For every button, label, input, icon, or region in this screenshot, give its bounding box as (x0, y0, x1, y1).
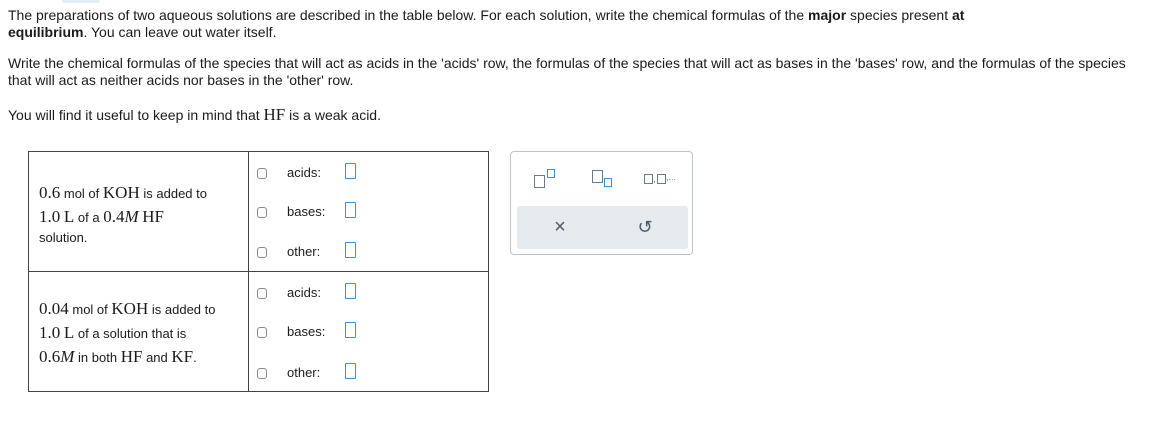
superscript-button[interactable] (531, 166, 557, 192)
instructions-paragraph-3: You will find it useful to keep in mind … (8, 105, 381, 124)
q2-other-checkbox[interactable] (257, 367, 267, 379)
q2-other-label: other: (287, 365, 321, 380)
q1-bases-input[interactable] (345, 202, 356, 218)
header-tab-indicator (62, 0, 100, 3)
q1-other-line: other: (257, 242, 356, 262)
toolbox-action-bar: × ↺ (517, 206, 688, 249)
q2-acids-input[interactable] (345, 283, 356, 299)
subscript-base-icon (592, 170, 603, 183)
q1-bases-label: bases: (287, 204, 326, 219)
q2-bases-label: bases: (287, 324, 326, 339)
q1-acids-input[interactable] (345, 163, 356, 179)
q2-bases-checkbox[interactable] (257, 326, 267, 338)
q1-bases-checkbox[interactable] (257, 206, 267, 218)
subscript-index-icon (604, 178, 612, 187)
list-ellipsis: ,... (666, 172, 677, 182)
subscript-button[interactable] (590, 166, 618, 192)
q1-acids-line: acids: (257, 163, 356, 183)
instructions-paragraph-1: The preparations of two aqueous solution… (8, 7, 965, 40)
math-toolbox: , ,... × ↺ (510, 151, 693, 255)
superscript-exponent-icon (547, 169, 555, 178)
clear-button[interactable]: × (530, 206, 590, 249)
q2-bases-line: bases: (257, 322, 356, 342)
instructions-paragraph-2: Write the chemical formulas of the speci… (8, 55, 1126, 88)
question-2-description: 0.04 mol of KOH is added to 1.0 L of a s… (29, 272, 249, 391)
q2-other-line: other: (257, 363, 356, 383)
q1-other-checkbox[interactable] (257, 246, 267, 258)
undo-icon: ↺ (637, 217, 653, 237)
q1-other-input[interactable] (345, 242, 356, 258)
q2-acids-line: acids: (257, 283, 356, 303)
question-1-description: 0.6 mol of KOH is added to 1.0 L of a 0.… (29, 152, 249, 271)
q1-bases-line: bases: (257, 202, 356, 222)
q1-acids-label: acids: (287, 165, 321, 180)
list-item-icon-1 (644, 174, 653, 184)
superscript-base-icon (534, 175, 545, 188)
q1-other-label: other: (287, 244, 321, 259)
q2-acids-label: acids: (287, 285, 321, 300)
undo-button[interactable]: ↺ (615, 206, 675, 249)
q2-other-input[interactable] (345, 363, 356, 379)
list-button[interactable]: , ,... (641, 166, 685, 192)
list-comma: , (653, 174, 656, 185)
q2-bases-input[interactable] (345, 322, 356, 338)
x-icon: × (554, 216, 566, 238)
list-item-icon-2 (657, 174, 666, 184)
question-row-2: 0.04 mol of KOH is added to 1.0 L of a s… (29, 272, 488, 391)
answer-table: 0.6 mol of KOH is added to 1.0 L of a 0.… (28, 151, 489, 392)
q2-acids-checkbox[interactable] (257, 287, 267, 299)
question-row-1: 0.6 mol of KOH is added to 1.0 L of a 0.… (29, 152, 488, 272)
q1-acids-checkbox[interactable] (257, 167, 267, 179)
